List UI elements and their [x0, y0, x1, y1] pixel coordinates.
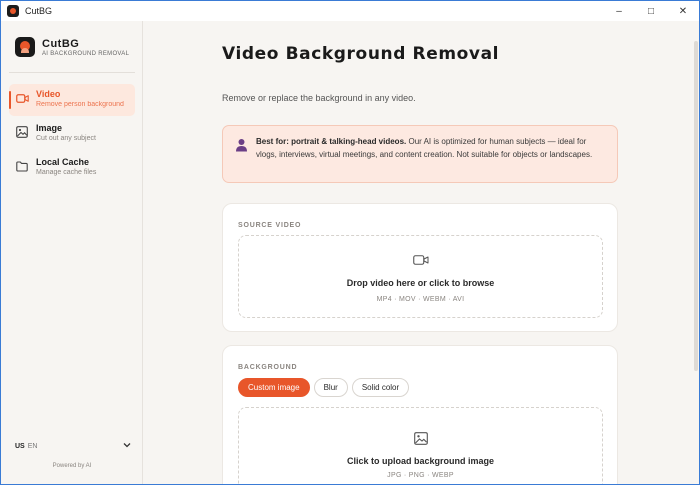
brand: CutBG AI BACKGROUND REMOVAL	[15, 37, 129, 57]
option-custom-image[interactable]: Custom image	[238, 378, 310, 397]
source-video-card: SOURCE VIDEO Drop video here or click to…	[222, 203, 618, 332]
powered-by-text: Powered by AI	[52, 463, 92, 469]
page-subtitle: Remove or replace the background in any …	[222, 93, 416, 103]
sidebar-item-image[interactable]: Image Cut out any subject	[9, 118, 135, 150]
sidebar-item-label: Local Cache	[36, 157, 90, 167]
page-title: Video Background Removal	[222, 44, 500, 64]
info-banner: Best for: portrait & talking-head videos…	[222, 125, 618, 183]
window-title: CutBG	[25, 6, 53, 16]
sidebar-item-label: Video	[36, 89, 61, 99]
section-label: BACKGROUND	[238, 364, 298, 371]
chevron-down-icon	[123, 442, 131, 450]
brand-tagline: AI BACKGROUND REMOVAL	[42, 50, 130, 57]
sidebar-item-sublabel: Remove person background	[36, 101, 124, 108]
scrollbar[interactable]	[694, 41, 698, 371]
image-icon	[413, 432, 428, 450]
window-controls: – □ ✕	[603, 1, 699, 21]
background-dropzone[interactable]: Click to upload background image JPG · P…	[238, 407, 603, 484]
background-options: Custom image Blur Solid color	[238, 378, 413, 397]
video-icon	[15, 91, 29, 105]
brand-logo	[15, 37, 35, 57]
option-solid-color[interactable]: Solid color	[351, 378, 410, 397]
flag-label: US	[15, 442, 25, 450]
close-button[interactable]: ✕	[667, 1, 699, 21]
language-selector[interactable]: US EN	[15, 442, 131, 450]
video-dropzone[interactable]: Drop video here or click to browse MP4 ·…	[238, 235, 603, 318]
person-icon	[235, 138, 249, 152]
title-bar[interactable]: CutBG – □ ✕	[1, 1, 699, 21]
language-code: EN	[27, 442, 38, 450]
dropzone-formats: MP4 · MOV · WEBM · AVI	[376, 296, 465, 303]
background-card: BACKGROUND Custom image Blur Solid color…	[222, 345, 618, 484]
video-icon	[412, 253, 429, 271]
sidebar-item-video[interactable]: Video Remove person background	[9, 84, 135, 116]
sidebar-item-local-cache[interactable]: Local Cache Manage cache files	[9, 152, 135, 184]
dropzone-formats: JPG · PNG · WEBP	[387, 472, 454, 479]
section-label: SOURCE VIDEO	[238, 222, 302, 229]
dropzone-text: Drop video here or click to browse	[346, 278, 495, 288]
minimize-button[interactable]: –	[603, 1, 635, 21]
dropzone-text: Click to upload background image	[346, 456, 495, 466]
info-banner-bold: Best for: portrait & talking-head videos…	[256, 137, 407, 146]
main-content: Video Background Removal Remove or repla…	[144, 21, 699, 484]
brand-name: CutBG	[42, 37, 80, 50]
image-icon	[15, 125, 29, 139]
option-blur[interactable]: Blur	[313, 378, 348, 397]
sidebar-item-sublabel: Cut out any subject	[36, 135, 96, 142]
app-window: CutBG – □ ✕ CutBG AI BACKGROUND REMOVAL …	[0, 0, 700, 485]
app-icon	[7, 5, 19, 17]
sidebar-nav: Video Remove person background Image Cut…	[9, 84, 135, 186]
divider	[9, 72, 135, 73]
folder-icon	[15, 159, 29, 173]
maximize-button[interactable]: □	[635, 1, 667, 21]
sidebar: CutBG AI BACKGROUND REMOVAL Video Remove…	[1, 21, 143, 484]
sidebar-item-label: Image	[36, 123, 63, 133]
sidebar-item-sublabel: Manage cache files	[36, 169, 97, 176]
